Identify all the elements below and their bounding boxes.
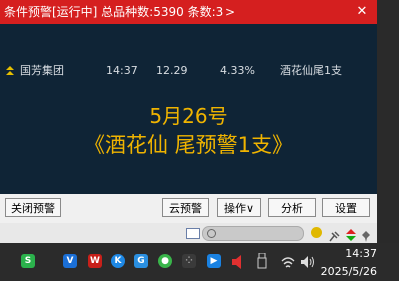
message-text: 《酒花仙 尾预警1支》: [83, 133, 294, 157]
alert-window: 条件预警[运行中] 总品种数:5390 条数:3 > ✕ 国芳集团 14:37 …: [0, 0, 377, 223]
title-bar[interactable]: 条件预警[运行中] 总品种数:5390 条数:3 > ✕: [0, 0, 377, 24]
feishu-icon[interactable]: ▶: [207, 254, 221, 268]
taskbar-date[interactable]: 2025/5/26: [321, 265, 377, 278]
taskbar-time[interactable]: 14:37: [345, 247, 377, 260]
usb-icon[interactable]: [257, 252, 267, 269]
stock-name: 国芳集团: [20, 64, 64, 77]
alert-price: 12.29: [156, 64, 188, 77]
message-date: 5月26号: [149, 104, 228, 128]
search-icon: [207, 229, 216, 238]
shield-icon[interactable]: V: [63, 254, 77, 268]
status-bar: [0, 223, 377, 243]
pin-icon[interactable]: [361, 227, 372, 242]
settings-button[interactable]: 设置: [322, 198, 370, 217]
network-icon[interactable]: ⁘: [182, 254, 196, 268]
alert-time: 14:37: [106, 64, 138, 77]
close-alert-button[interactable]: 关闭预警: [5, 198, 61, 217]
wechat-icon[interactable]: ●: [158, 254, 172, 268]
smiley-icon[interactable]: [311, 227, 322, 238]
expand-arrow-icon[interactable]: >: [225, 4, 235, 20]
window-title: 条件预警[运行中] 总品种数:5390 条数:3: [4, 5, 224, 19]
app-icon[interactable]: G: [134, 254, 148, 268]
wechat-work-icon[interactable]: S: [21, 254, 35, 268]
close-icon[interactable]: ✕: [353, 2, 371, 20]
search-input[interactable]: [202, 226, 304, 241]
button-bar: 关闭预警 云预警 操作∨ 分析 设置: [0, 194, 377, 223]
wifi-icon[interactable]: [281, 254, 295, 268]
alert-row[interactable]: 国芳集团 14:37 12.29 4.33% 酒花仙尾1支: [0, 64, 377, 80]
operate-dropdown-button[interactable]: 操作∨: [217, 198, 261, 217]
up-down-icon[interactable]: [346, 226, 356, 241]
satellite-icon[interactable]: [329, 227, 340, 242]
keyboard-icon[interactable]: [186, 228, 200, 239]
red-speaker-icon[interactable]: [232, 254, 244, 269]
volume-icon[interactable]: [301, 254, 315, 268]
alert-condition: 酒花仙尾1支: [280, 64, 342, 77]
alert-change: 4.33%: [220, 64, 255, 77]
analyze-button[interactable]: 分析: [268, 198, 316, 217]
cloud-alert-button[interactable]: 云预警: [162, 198, 209, 217]
wps-icon[interactable]: W: [88, 254, 102, 268]
taskbar: S V W K G ● ⁘ ▶ 14:37 2025/5/26: [0, 243, 399, 281]
k-app-icon[interactable]: K: [111, 254, 125, 268]
double-up-arrow-icon: [6, 66, 14, 76]
